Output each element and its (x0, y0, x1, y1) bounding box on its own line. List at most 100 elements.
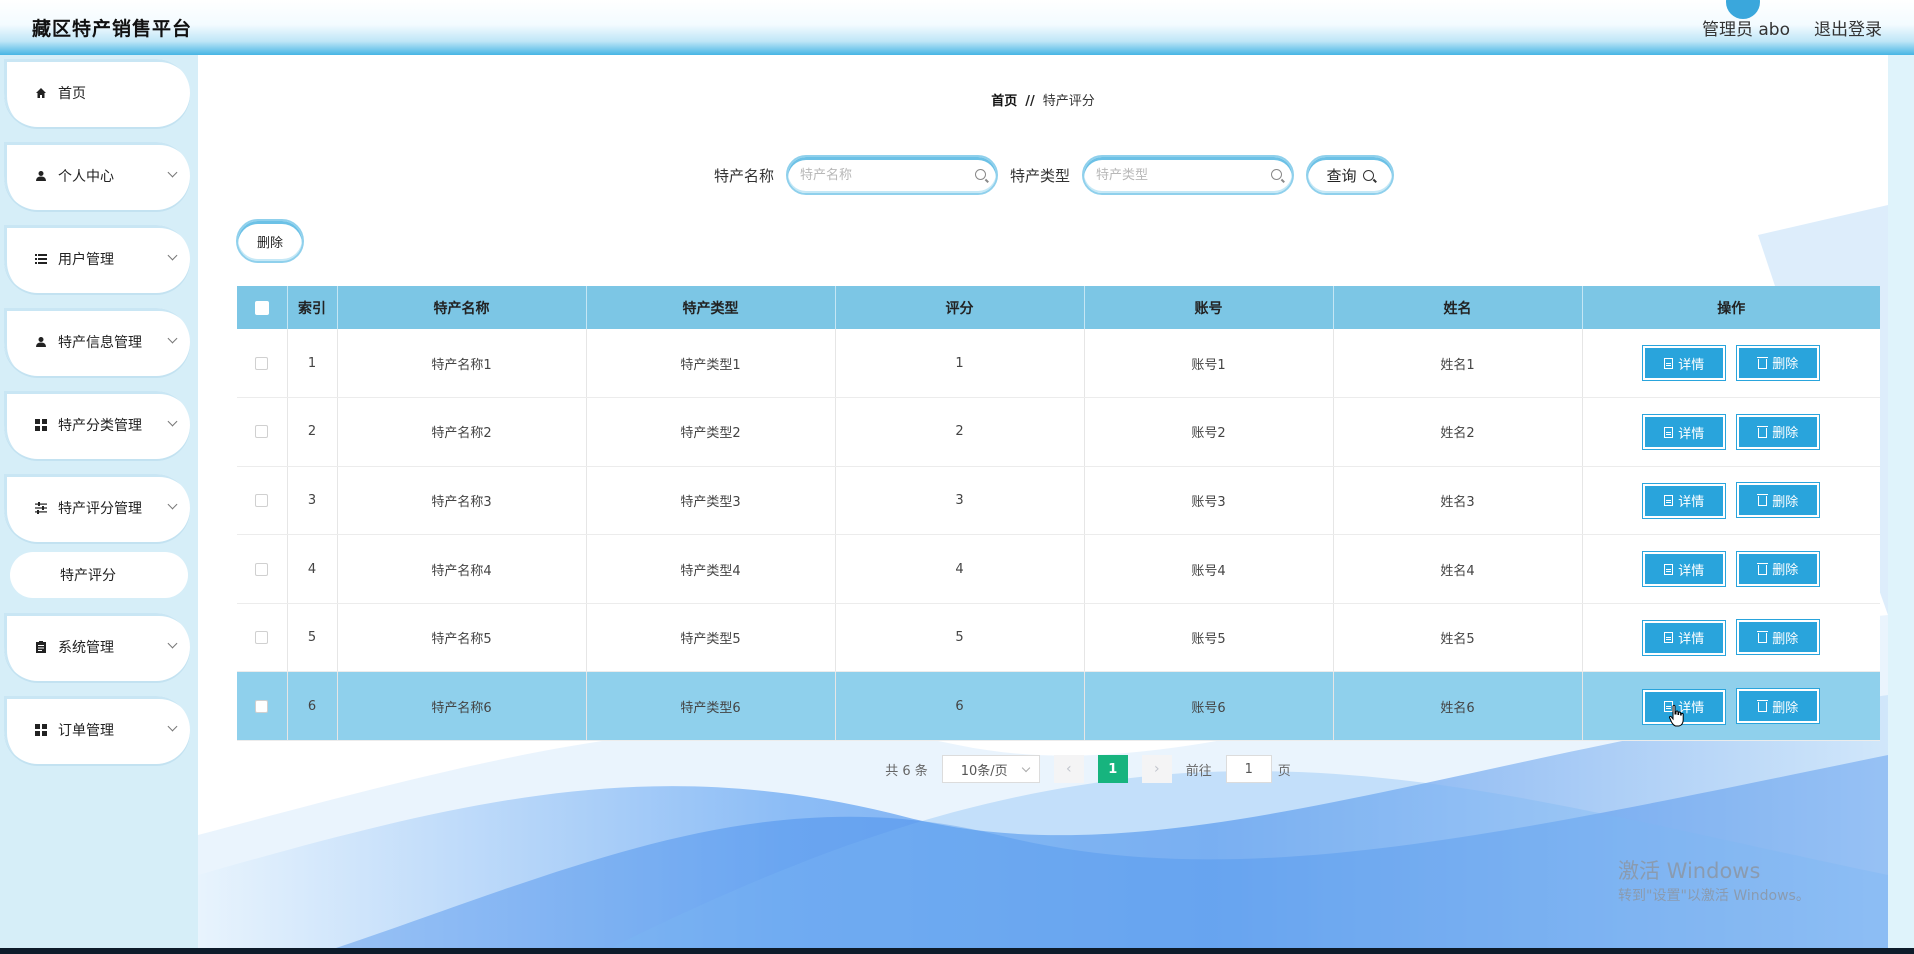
logout-link[interactable]: 退出登录 (1814, 15, 1882, 40)
cell-account: 账号6 (1084, 671, 1334, 742)
hand-cursor-icon (1668, 704, 1684, 727)
chevron-down-icon (167, 499, 178, 510)
watermark-subtitle: 转到"设置"以激活 Windows。 (1618, 888, 1810, 904)
product-type-label: 特产类型 (1010, 166, 1071, 185)
detail-button-label: 详情 (1678, 563, 1705, 579)
sidebar-item-product-category[interactable]: 特产分类管理 (4, 391, 190, 459)
column-header: 账号 (1084, 286, 1334, 329)
detail-button[interactable]: 详情 (1642, 345, 1727, 382)
batch-delete-button[interactable]: 删除 (236, 219, 304, 263)
delete-button[interactable]: 删除 (1736, 688, 1821, 725)
delete-button[interactable]: 删除 (1736, 413, 1821, 450)
sidebar-item-system-management[interactable]: 系统管理 (4, 613, 190, 681)
detail-button[interactable]: 详情 (1642, 551, 1727, 588)
sidebar-item-home[interactable]: 首页 (4, 59, 190, 127)
user-icon (34, 335, 48, 349)
cell-actions: 详情 删除 (1582, 671, 1880, 742)
table-row: 2 特产名称2 特产类型2 2 账号2 姓名2 详情 删除 (237, 397, 1880, 467)
row-checkbox[interactable] (255, 631, 269, 645)
app-title: 藏区特产销售平台 (32, 18, 193, 40)
row-checkbox[interactable] (255, 425, 269, 439)
sliders-icon (34, 501, 48, 515)
search-icon (1271, 169, 1283, 180)
total-count: 共 6 条 (885, 763, 928, 779)
row-checkbox[interactable] (255, 356, 269, 370)
search-icon (1362, 169, 1374, 181)
sidebar-item-order-management[interactable]: 订单管理 (4, 696, 190, 764)
prev-page-button[interactable]: ‹ (1053, 755, 1084, 783)
pagination: 共 6 条 10条/页 ‹ 1 › 前往 页 (198, 755, 1888, 783)
cell-score: 6 (835, 671, 1085, 742)
cell-product-type: 特产类型6 (586, 671, 836, 742)
cell-account: 账号4 (1084, 534, 1334, 604)
sidebar-item-user-management[interactable]: 用户管理 (4, 225, 190, 293)
product-name-input[interactable] (788, 157, 997, 193)
page-size-select[interactable]: 10条/页 (941, 755, 1040, 783)
column-header: 特产名称 (337, 286, 587, 329)
row-checkbox[interactable] (255, 493, 269, 507)
column-header: 操作 (1582, 286, 1880, 329)
trash-icon (1757, 425, 1769, 438)
cell-score: 3 (835, 466, 1085, 536)
cell-index: 6 (287, 671, 338, 742)
next-page-button[interactable]: › (1141, 755, 1172, 783)
delete-button[interactable]: 删除 (1736, 482, 1821, 519)
product-type-input[interactable] (1084, 157, 1293, 193)
row-checkbox[interactable] (255, 699, 269, 713)
detail-button[interactable]: 详情 (1642, 619, 1727, 656)
delete-button[interactable]: 删除 (1736, 619, 1821, 656)
clipboard-icon (34, 640, 48, 654)
sidebar-item-product-rating[interactable]: 特产评分管理 (4, 474, 190, 542)
product-type-search-box (1082, 155, 1295, 195)
chevron-right-icon: › (1153, 761, 1160, 777)
cell-actions: 详情 删除 (1582, 329, 1880, 399)
sidebar-item-product-info[interactable]: 特产信息管理 (4, 308, 190, 376)
cell-product-name: 特产名称1 (337, 329, 587, 399)
trash-icon (1757, 356, 1769, 369)
goto-label: 前往 (1185, 763, 1212, 779)
sidebar-item-personal-center[interactable]: 个人中心 (4, 142, 190, 210)
main-content: 首页 // 特产评分 特产名称 特产类型 查询 删除 (198, 55, 1888, 954)
sidebar-item-label: 特产分类管理 (58, 418, 142, 434)
cell-realname: 姓名5 (1333, 603, 1583, 673)
select-all-checkbox[interactable] (254, 300, 269, 315)
delete-button-label: 删除 (1772, 357, 1799, 373)
cell-score: 1 (835, 329, 1085, 399)
cell-account: 账号1 (1084, 329, 1334, 399)
breadcrumb-home[interactable]: 首页 (991, 94, 1017, 109)
column-header: 索引 (287, 286, 338, 329)
table-header-row: 索引 特产名称 特产类型 评分 账号 姓名 操作 (237, 286, 1880, 329)
delete-button-label: 删除 (1772, 700, 1799, 716)
page-number-active[interactable]: 1 (1097, 755, 1128, 783)
table-row: 6 特产名称6 特产类型6 6 账号6 姓名6 详情 删除 (237, 671, 1880, 742)
chevron-down-icon (167, 333, 178, 344)
breadcrumb: 首页 // 特产评分 (198, 90, 1888, 109)
cell-index: 1 (287, 329, 338, 399)
cell-actions: 详情 删除 (1582, 466, 1880, 536)
row-select-cell (237, 466, 288, 536)
sidebar-item-label: 首页 (58, 86, 86, 102)
cell-score: 5 (835, 603, 1085, 673)
sidebar-subitem-product-rating[interactable]: 特产评分 (10, 552, 188, 598)
row-checkbox[interactable] (255, 562, 269, 576)
cell-index: 5 (287, 603, 338, 673)
detail-button[interactable]: 详情 (1642, 414, 1727, 451)
cell-account: 账号5 (1084, 603, 1334, 673)
list-icon (34, 252, 48, 266)
delete-button[interactable]: 删除 (1736, 344, 1821, 381)
delete-button[interactable]: 删除 (1736, 550, 1821, 587)
grid-icon (34, 723, 48, 737)
goto-page-input[interactable] (1225, 755, 1272, 783)
detail-button[interactable]: 详情 (1642, 482, 1727, 519)
chevron-down-icon (167, 167, 178, 178)
chevron-down-icon (167, 416, 178, 427)
query-button[interactable]: 查询 (1306, 155, 1395, 195)
cell-account: 账号2 (1084, 397, 1334, 467)
taskbar-edge (0, 948, 1914, 954)
delete-button-label: 删除 (1772, 426, 1799, 442)
cell-product-type: 特产类型1 (586, 329, 836, 399)
cell-actions: 详情 删除 (1582, 397, 1880, 467)
cell-score: 2 (835, 397, 1085, 467)
cell-product-name: 特产名称5 (337, 603, 587, 673)
sidebar-item-label: 特产信息管理 (58, 335, 142, 351)
